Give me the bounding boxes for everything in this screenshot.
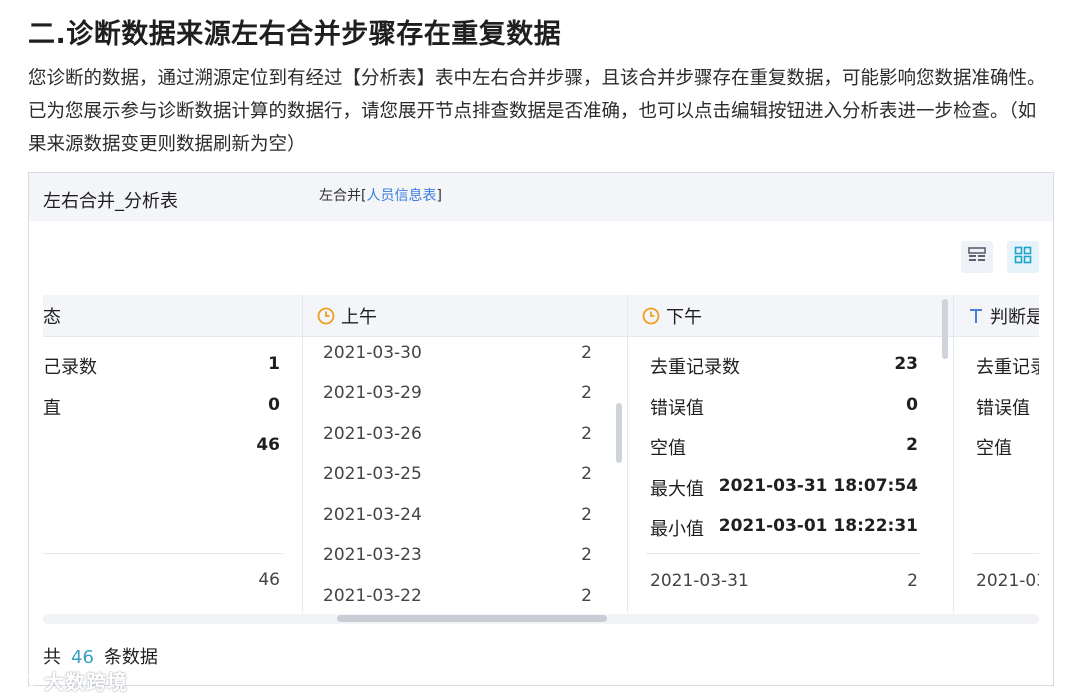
diagnosis-description: 您诊断的数据，通过溯源定位到有经过【分析表】表中左右合并步骤，且该合并步骤存在重… [28,68,1046,155]
stat-label: 直 [43,398,61,419]
row-date: 2021-03-26 [323,424,422,444]
grid-view-icon [1014,246,1032,268]
row-date: 2021-03-22 [323,586,422,606]
row-date: 2021-03-30 [323,343,422,363]
field-card-header: 上午 [303,295,627,337]
field-name: 上午 [341,306,377,328]
stat-value: 0 [906,395,918,415]
clock-icon [317,307,335,325]
field-card-status[interactable]: 态 己录数 1 直 0 46 46 [43,295,303,612]
stat-label: 去重记录数 [650,357,740,378]
field-name: 下午 [666,306,702,328]
grid-view-button[interactable] [1007,241,1039,273]
row-count: 2 [907,571,918,591]
stat-label: 去重记录 [976,357,1039,378]
row-date: 2021-03-31 [650,571,749,591]
stat-label: 错误值 [976,398,1030,419]
row-count: 2 [581,545,592,565]
merge-suffix: ] [436,188,442,204]
row-date: 2021-03-25 [323,464,422,484]
field-card-afternoon[interactable]: 下午 去重记录数 23 错误值 0 空值 2 最大值 2021-03-31 18… [628,295,954,612]
merge-info: 左合并[人员信息表] [319,185,442,205]
row-date: 2021-03-29 [323,383,422,403]
row-date: 2021-03-24 [323,505,422,525]
stat-label: 最小值 [650,519,704,540]
stat-value: 1 [268,354,280,374]
stat-value: 0 [268,395,280,415]
panel-header: 左右合并_分析表 左合并[人员信息表] [29,173,1053,221]
analysis-table-panel: 左右合并_分析表 左合并[人员信息表] 态 己录数 1 直 0 46 46 上午… [28,172,1054,686]
divider [43,553,283,554]
stat-label: 己录数 [43,357,97,378]
stat-label: 错误值 [650,398,704,419]
horizontal-scrollbar[interactable] [337,615,607,622]
row-count: 2 [581,586,592,606]
field-name: 判断是 [990,306,1039,328]
vertical-scrollbar[interactable] [616,403,622,463]
row-date: 2021-03 [976,571,1039,591]
field-card-morning[interactable]: 上午 2021-03-30 2 2021-03-29 2 2021-03-26 … [303,295,628,612]
merge-prefix: 左合并[ [319,188,367,204]
row-count: 2 [581,505,592,525]
divider [972,553,1039,554]
field-card-header: 态 [43,295,302,337]
field-card-header: 判断是 [954,295,1039,337]
stat-label: 空值 [650,438,686,459]
row-count: 2 [581,343,592,363]
list-view-icon [968,246,986,268]
count-suffix: 条数据 [103,647,158,668]
stat-label: 最大值 [650,479,704,500]
watermark-text: 大数跨境 [43,670,128,694]
row-date: 2021-03-23 [323,545,422,565]
stat-value: 46 [256,435,280,455]
field-card-judgement[interactable]: 判断是 去重记录 错误值 空值 2021-03 [954,295,1039,612]
section-heading: 二.诊断数据来源左右合并步骤存在重复数据 [28,19,562,50]
stat-value: 2021-03-01 18:22:31 [718,516,918,536]
count-prefix: 共 [43,647,61,668]
text-type-icon [968,307,984,325]
row-count: 2 [581,464,592,484]
field-card-header: 下午 [628,295,953,337]
row-count: 2 [581,383,592,403]
row-count: 2 [581,424,592,444]
divider [646,553,921,554]
panel-title: 左右合并_分析表 [43,191,178,212]
stat-value: 2 [906,435,918,455]
clock-icon [642,307,660,325]
row-count: 46 [258,570,280,590]
stat-value: 23 [894,354,918,374]
count-number: 46 [71,647,94,668]
merge-source-link[interactable]: 人员信息表 [366,188,436,204]
stat-value: 2021-03-31 18:07:54 [718,476,918,496]
watermark-logo: 大数跨境 [8,666,128,695]
vertical-scrollbar[interactable] [942,299,948,359]
field-name: 态 [43,306,61,328]
field-card-board: 态 己录数 1 直 0 46 46 上午 2021-03-30 2 2021-0… [43,295,1039,612]
list-view-button[interactable] [961,241,993,273]
stat-label: 空值 [976,438,1012,459]
